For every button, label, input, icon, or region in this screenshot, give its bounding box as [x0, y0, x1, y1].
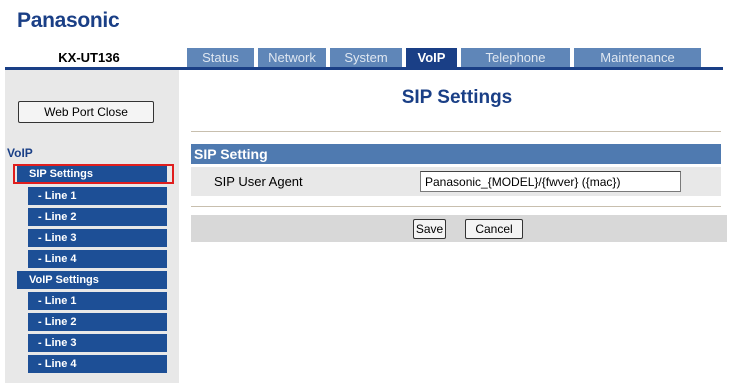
save-button[interactable]: Save	[413, 219, 446, 239]
tab-voip[interactable]: VoIP	[406, 48, 457, 67]
sidebar-item-voip-settings[interactable]: VoIP Settings	[17, 271, 167, 289]
sidebar-item-sip-line-2[interactable]: - Line 2	[28, 208, 167, 226]
cancel-button[interactable]: Cancel	[465, 219, 523, 239]
section-header: SIP Setting	[191, 144, 721, 164]
sidebar-item-sip-line-1[interactable]: - Line 1	[28, 187, 167, 205]
sidebar-heading: VoIP	[7, 146, 33, 160]
page-title: SIP Settings	[187, 87, 727, 109]
sip-user-agent-label: SIP User Agent	[214, 174, 303, 189]
device-model: KX-UT136	[5, 48, 173, 67]
button-bar: Save Cancel	[191, 215, 727, 242]
selected-item-highlight	[13, 164, 174, 184]
tab-maintenance[interactable]: Maintenance	[574, 48, 701, 67]
web-port-close-button[interactable]: Web Port Close	[18, 101, 154, 123]
tab-network[interactable]: Network	[258, 48, 326, 67]
tab-telephone[interactable]: Telephone	[461, 48, 570, 67]
form-row: SIP User Agent	[191, 167, 721, 196]
sidebar-item-voip-line-3[interactable]: - Line 3	[28, 334, 167, 352]
sidebar-item-voip-line-1[interactable]: - Line 1	[28, 292, 167, 310]
sidebar-item-voip-line-2[interactable]: - Line 2	[28, 313, 167, 331]
sidebar-item-sip-line-3[interactable]: - Line 3	[28, 229, 167, 247]
sidebar-item-voip-line-4[interactable]: - Line 4	[28, 355, 167, 373]
panasonic-logo: Panasonic	[17, 9, 119, 33]
sip-user-agent-input[interactable]	[420, 171, 681, 192]
tab-status[interactable]: Status	[187, 48, 254, 67]
divider	[191, 131, 721, 132]
tab-system[interactable]: System	[330, 48, 402, 67]
divider	[191, 206, 721, 207]
main-tabs: Status Network System VoIP Telephone Mai…	[187, 48, 701, 67]
sidebar-item-sip-line-4[interactable]: - Line 4	[28, 250, 167, 268]
